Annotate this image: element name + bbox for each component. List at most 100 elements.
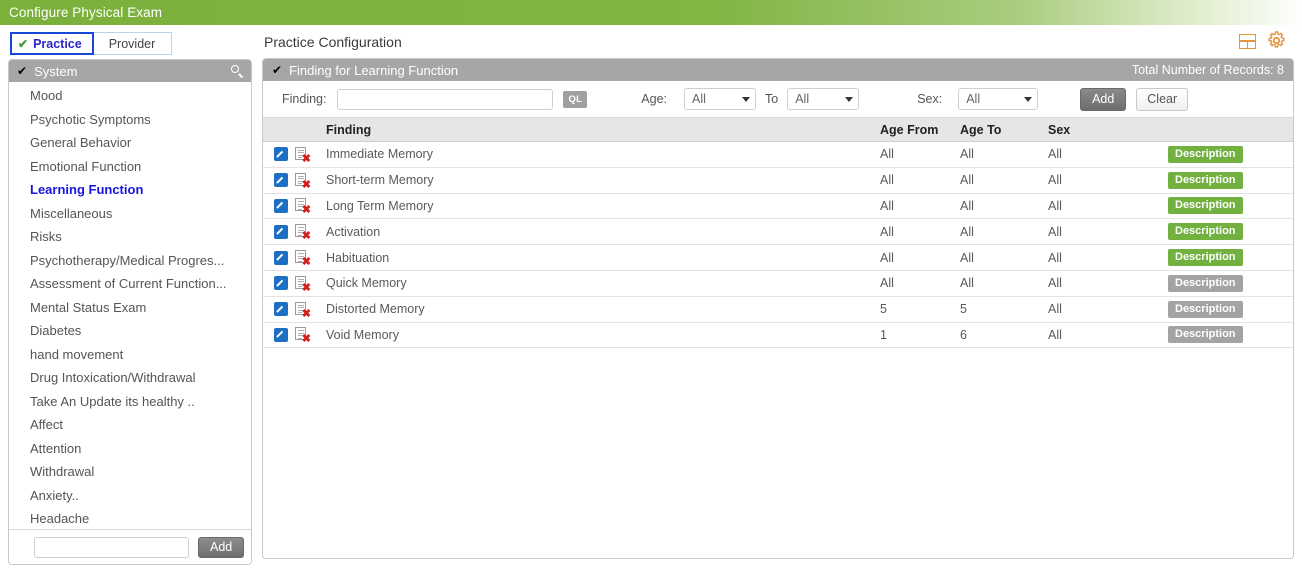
col-finding: Finding [320,118,880,142]
description-button[interactable]: Description [1168,145,1243,163]
chevron-down-icon [742,96,750,102]
finding-ql-button[interactable]: QL [563,90,588,108]
clear-filters-button[interactable]: Clear [1136,87,1189,111]
col-description [1168,118,1293,142]
row-sex: All [1048,296,1168,323]
table-header-row: Finding Age From Age To Sex QL [263,118,1293,142]
delete-icon[interactable]: ✖ [295,172,311,190]
sidebar-item-mental-status-exam[interactable]: Mental Status Exam [9,296,251,320]
system-list[interactable]: Mood Psychotic Symptoms General Behavior… [9,82,251,529]
sidebar-item-assessment-of-current-function[interactable]: Assessment of Current Function... [9,272,251,296]
delete-icon[interactable]: ✖ [295,275,311,293]
description-button[interactable]: Description [1168,197,1243,215]
delete-icon[interactable]: ✖ [295,146,311,164]
sidebar-item-mood[interactable]: Mood [9,84,251,108]
row-description-cell: Description [1168,193,1293,220]
delete-icon[interactable]: ✖ [295,198,311,216]
sex-filter-label: Sex: [917,92,943,106]
sidebar-item-diabetes[interactable]: Diabetes [9,319,251,343]
delete-icon[interactable]: ✖ [295,327,311,345]
search-icon[interactable] [231,64,244,78]
main-header: Practice Configuration [262,29,1294,54]
sidebar-item-hand-movement[interactable]: hand movement [9,343,251,367]
edit-icon[interactable] [274,302,288,317]
system-add-input[interactable] [34,536,189,558]
row-finding: Void Memory [320,322,880,349]
edit-icon[interactable] [274,327,288,342]
system-add-button[interactable]: Add [198,536,245,558]
description-button[interactable]: Description [1168,249,1243,267]
sidebar-item-psychotic-symptoms[interactable]: Psychotic Symptoms [9,108,251,132]
finding-search-input[interactable] [337,88,554,110]
row-finding: Short-term Memory [320,167,880,194]
page-title: Practice Configuration [264,33,402,50]
table-row[interactable]: ✖ Long Term Memory All All All Descripti… [263,193,1293,220]
col-sex: Sex [1048,118,1168,142]
sidebar-item-withdrawal[interactable]: Withdrawal [9,460,251,484]
row-actions: ✖ [263,141,320,168]
age-to-select[interactable]: All [787,88,860,110]
description-button[interactable]: Description [1168,274,1243,292]
sidebar-item-headache[interactable]: Headache [9,507,251,529]
system-add-bar: Add [9,529,251,564]
gear-icon[interactable] [1267,30,1286,53]
system-panel-header: ✔ System [9,60,251,82]
layout-icon[interactable] [1239,34,1256,49]
age-from-select[interactable]: All [684,88,756,110]
edit-icon[interactable] [274,173,288,188]
description-button[interactable]: Description [1168,171,1243,189]
sidebar-item-risks[interactable]: Risks [9,225,251,249]
row-sex: All [1048,270,1168,297]
sidebar-item-affect[interactable]: Affect [9,413,251,437]
table-row[interactable]: ✖ Distorted Memory 5 5 All Description [263,296,1293,323]
table-row[interactable]: ✖ Immediate Memory All All All Descripti… [263,141,1293,168]
row-age-to: All [960,244,1048,271]
delete-icon[interactable]: ✖ [295,301,311,319]
edit-icon[interactable] [274,147,288,162]
edit-icon[interactable] [274,198,288,213]
sidebar-item-psychotherapy-medical-progress[interactable]: Psychotherapy/Medical Progres... [9,249,251,273]
table-row[interactable]: ✖ Habituation All All All Description [263,244,1293,271]
finding-header-checkbox[interactable]: ✔ [272,64,282,76]
tab-provider[interactable]: Provider [92,32,173,55]
row-age-to: All [960,193,1048,220]
delete-icon[interactable]: ✖ [295,224,311,242]
edit-icon[interactable] [274,276,288,291]
sidebar-item-learning-function[interactable]: Learning Function [9,178,251,202]
findings-table: Finding Age From Age To Sex QL [263,118,1293,349]
row-sex: All [1048,141,1168,168]
table-row[interactable]: ✖ Void Memory 1 6 All Description [263,322,1293,349]
row-actions: ✖ [263,167,320,194]
row-age-to: All [960,270,1048,297]
system-header-checkbox[interactable]: ✔ [17,65,27,77]
description-button[interactable]: Description [1168,326,1243,344]
table-row[interactable]: ✖ Activation All All All Description [263,218,1293,246]
age-from-value: All [692,92,706,106]
sidebar-item-general-behavior[interactable]: General Behavior [9,131,251,155]
sidebar-item-miscellaneous[interactable]: Miscellaneous [9,202,251,226]
sidebar-item-anxiety[interactable]: Anxiety.. [9,484,251,508]
row-age-from: All [880,244,960,271]
chevron-down-icon [845,96,854,102]
header-icon-group [1239,30,1294,53]
row-description-cell: Description [1168,141,1293,168]
row-age-from: 1 [880,322,960,349]
sidebar-item-attention[interactable]: Attention [9,437,251,461]
description-button[interactable]: Description [1168,223,1243,241]
add-finding-button[interactable]: Add [1080,87,1127,111]
window-title-bar: Configure Physical Exam [0,0,1302,25]
row-description-cell: Description [1168,218,1293,246]
sidebar-item-emotional-function[interactable]: Emotional Function [9,155,251,179]
table-row[interactable]: ✖ Short-term Memory All All All Descript… [263,167,1293,194]
edit-icon[interactable] [274,224,288,239]
sidebar-item-take-an-update-its-healthy[interactable]: Take An Update its healthy .. [9,390,251,414]
description-button[interactable]: Description [1168,300,1243,318]
sidebar-item-drug-intoxication-withdrawal[interactable]: Drug Intoxication/Withdrawal [9,366,251,390]
age-to-label: To [765,92,779,106]
edit-icon[interactable] [274,250,288,265]
age-filter-label: Age: [641,92,667,106]
sex-select[interactable]: All [958,88,1039,110]
tab-practice[interactable]: ✔ Practice [10,32,94,55]
table-row[interactable]: ✖ Quick Memory All All All Description [263,270,1293,297]
delete-icon[interactable]: ✖ [295,250,311,268]
